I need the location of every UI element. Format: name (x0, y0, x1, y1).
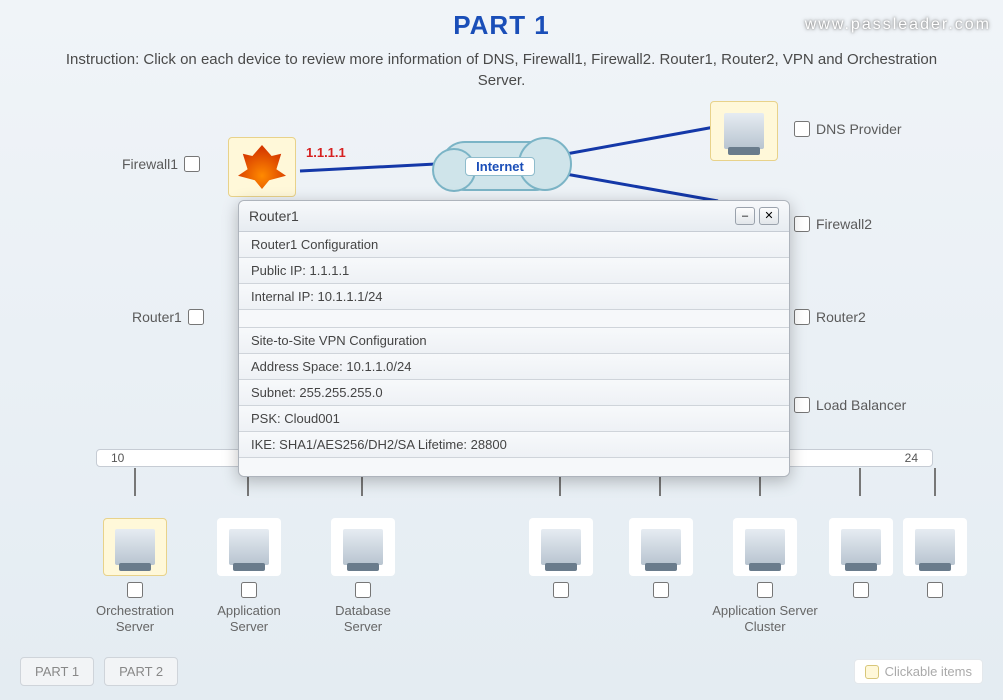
footer-bar: PART 1 PART 2 Clickable items (20, 657, 983, 686)
internet-cloud: Internet (440, 141, 560, 191)
firewall1-checkbox[interactable] (184, 156, 200, 172)
app-server-checkbox[interactable] (241, 582, 257, 598)
load-balancer-label[interactable]: Load Balancer (794, 397, 906, 413)
firewall1-device[interactable] (228, 137, 296, 197)
router2-label[interactable]: Router2 (794, 309, 866, 325)
server-icon (745, 529, 785, 565)
firewall1-ip: 1.1.1.1 (306, 145, 346, 160)
part1-tab[interactable]: PART 1 (20, 657, 94, 686)
server-icon (115, 529, 155, 565)
cluster-node-1[interactable] (518, 518, 604, 603)
cluster3-checkbox[interactable] (757, 582, 773, 598)
node-label: Orchestration Server (92, 603, 178, 634)
router1-popup[interactable]: Router1 – ✕ Router1 Configuration Public… (238, 200, 790, 477)
cluster4-checkbox[interactable] (853, 582, 869, 598)
orchestration-checkbox[interactable] (127, 582, 143, 598)
cluster5-checkbox[interactable] (927, 582, 943, 598)
router1-label[interactable]: Router1 (132, 309, 204, 325)
legend-swatch (865, 665, 879, 679)
orchestration-server-node[interactable]: Orchestration Server (92, 518, 178, 634)
server-icon (841, 529, 881, 565)
server-icon (724, 113, 764, 149)
legend-text: Clickable items (885, 664, 972, 679)
popup-row: Public IP: 1.1.1.1 (239, 258, 789, 284)
popup-row: PSK: Cloud001 (239, 406, 789, 432)
cluster1-checkbox[interactable] (553, 582, 569, 598)
fire-icon (238, 145, 286, 189)
dns-provider-device[interactable] (710, 101, 778, 161)
popup-row: IKE: SHA1/AES256/DH2/SA Lifetime: 28800 (239, 432, 789, 458)
node-label: Database Server (320, 603, 406, 634)
cluster-node-5[interactable] (892, 518, 978, 603)
internet-label: Internet (465, 157, 535, 176)
cluster-node-3[interactable]: Application Server Cluster (700, 518, 830, 634)
dns-provider-checkbox[interactable] (794, 121, 810, 137)
db-server-checkbox[interactable] (355, 582, 371, 598)
popup-gap (239, 458, 789, 476)
popup-titlebar[interactable]: Router1 – ✕ (239, 201, 789, 232)
part-tabs: PART 1 PART 2 (20, 657, 178, 686)
server-icon (915, 529, 955, 565)
node-label: Application Server Cluster (700, 603, 830, 634)
popup-body: Router1 Configuration Public IP: 1.1.1.1… (239, 232, 789, 476)
node-label: Application Server (206, 603, 292, 634)
firewall2-checkbox[interactable] (794, 216, 810, 232)
part2-tab[interactable]: PART 2 (104, 657, 178, 686)
minimize-button[interactable]: – (735, 207, 755, 225)
subnet-left: 10 (111, 451, 124, 465)
close-button[interactable]: ✕ (759, 207, 779, 225)
clickable-items-legend: Clickable items (854, 659, 983, 684)
popup-row: Router1 Configuration (239, 232, 789, 258)
load-balancer-checkbox[interactable] (794, 397, 810, 413)
server-icon (541, 529, 581, 565)
popup-row: Internal IP: 10.1.1.1/24 (239, 284, 789, 310)
popup-gap (239, 310, 789, 328)
watermark-text: www.passleader.com (805, 16, 991, 34)
firewall1-label[interactable]: Firewall1 (122, 156, 200, 172)
popup-row: Address Space: 10.1.1.0/24 (239, 354, 789, 380)
dns-provider-label[interactable]: DNS Provider (794, 121, 902, 137)
application-server-node[interactable]: Application Server (206, 518, 292, 634)
firewall2-label[interactable]: Firewall2 (794, 216, 872, 232)
popup-row: Subnet: 255.255.255.0 (239, 380, 789, 406)
database-server-node[interactable]: Database Server (320, 518, 406, 634)
cluster-node-2[interactable] (618, 518, 704, 603)
server-icon (641, 529, 681, 565)
subnet-right: 24 (905, 451, 918, 465)
server-icon (343, 529, 383, 565)
router1-checkbox[interactable] (188, 309, 204, 325)
popup-title: Router1 (249, 208, 299, 224)
router2-checkbox[interactable] (794, 309, 810, 325)
cluster2-checkbox[interactable] (653, 582, 669, 598)
server-icon (229, 529, 269, 565)
instruction-text: Instruction: Click on each device to rev… (60, 49, 943, 91)
popup-row: Site-to-Site VPN Configuration (239, 328, 789, 354)
